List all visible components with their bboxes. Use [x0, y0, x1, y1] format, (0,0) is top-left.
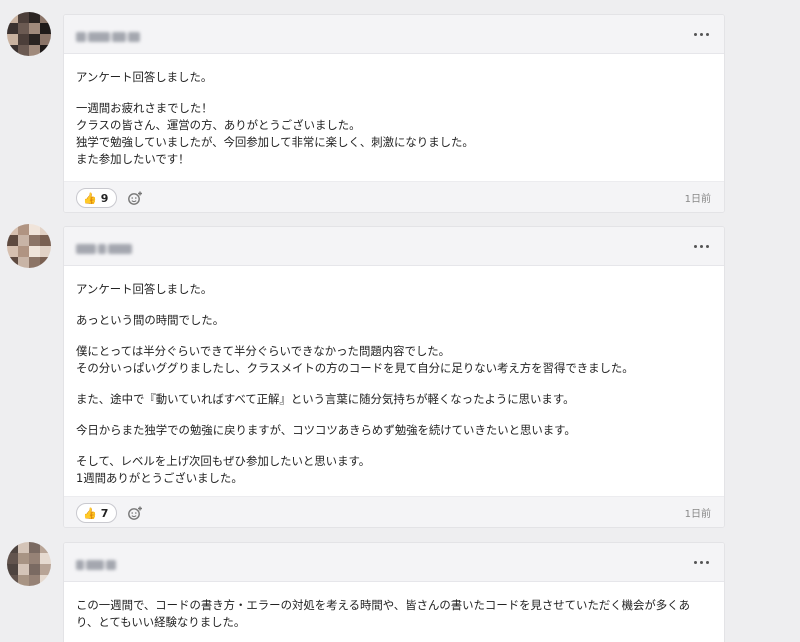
avatar-pixel [7, 45, 18, 56]
reaction-thumbs-up-button[interactable]: 👍 9 [76, 188, 118, 208]
avatar-pixel [29, 34, 40, 45]
avatar-pixel [18, 564, 29, 575]
avatar-pixel [18, 34, 29, 45]
avatar-pixel [29, 257, 40, 268]
avatar-pixel [18, 246, 29, 257]
avatar-pixel [7, 246, 18, 257]
post-header [64, 15, 724, 54]
post-paragraph: 僕にとっては半分ぐらいできて半分ぐらいできなかった問題内容でした。 その分いっぱ… [76, 344, 634, 375]
reaction-thumbs-up-button[interactable]: 👍 7 [76, 503, 118, 523]
post-paragraph: アンケート回答しました。 [76, 70, 213, 84]
post-header [64, 227, 724, 266]
avatar-pixel [7, 553, 18, 564]
avatar-pixel [40, 553, 51, 564]
avatar-pixel [29, 23, 40, 34]
avatar-pixel [7, 575, 18, 586]
more-horizontal-icon[interactable] [694, 239, 710, 253]
username-blurred[interactable] [76, 27, 142, 42]
post-paragraph: この一週間で、コードの書き方・エラーの対処を考える時間や、皆さんの書いたコードを… [76, 598, 690, 629]
avatar-pixel [40, 542, 51, 553]
avatar-pixel [18, 23, 29, 34]
avatar-pixel [29, 12, 40, 23]
post-body: アンケート回答しました。 一週間お疲れさまでした！ クラスの皆さん、運営の方、あ… [64, 54, 724, 180]
post-card: この一週間で、コードの書き方・エラーの対処を考える時間や、皆さんの書いたコードを… [63, 542, 725, 642]
avatar-pixel [18, 542, 29, 553]
avatar-pixel [7, 34, 18, 45]
avatar-pixel [29, 235, 40, 246]
avatar-pixel [18, 553, 29, 564]
thumbs-up-icon: 👍 [83, 191, 97, 205]
post-paragraph: 今日からまた独学での勉強に戻りますが、コツコツあきらめず勉強を続けていきたいと思… [76, 423, 576, 437]
post-timestamp: 1日前 [684, 194, 711, 205]
post-header [64, 543, 724, 582]
avatar-pixel [40, 246, 51, 257]
avatar-pixel [18, 45, 29, 56]
avatar-pixel [40, 235, 51, 246]
avatar-pixel [18, 235, 29, 246]
avatar-pixel [29, 564, 40, 575]
avatar-pixel [29, 246, 40, 257]
post-paragraph: また、途中で『動いていればすべて正解』という言葉に随分気持ちが軽くなったように思… [76, 392, 575, 406]
username-blurred[interactable] [76, 239, 134, 254]
more-horizontal-icon[interactable] [694, 27, 710, 41]
thumbs-up-icon: 👍 [83, 506, 97, 520]
avatar-pixel [40, 257, 51, 268]
post-body: アンケート回答しました。 あっという間の時間でした。 僕にとっては半分ぐらいでき… [64, 266, 724, 499]
post-footer: 👍 7 1日前 [64, 496, 724, 527]
avatar[interactable] [7, 542, 51, 586]
add-reaction-icon[interactable] [127, 190, 143, 206]
post-card: アンケート回答しました。 一週間お疲れさまでした！ クラスの皆さん、運営の方、あ… [63, 14, 725, 213]
avatar[interactable] [7, 224, 51, 268]
avatar-pixel [29, 575, 40, 586]
post-card: アンケート回答しました。 あっという間の時間でした。 僕にとっては半分ぐらいでき… [63, 226, 725, 528]
avatar-pixel [29, 542, 40, 553]
avatar-pixel [7, 235, 18, 246]
avatar-pixel [7, 257, 18, 268]
avatar-pixel [40, 34, 51, 45]
more-horizontal-icon[interactable] [694, 555, 710, 569]
add-reaction-icon[interactable] [127, 505, 143, 521]
post-paragraph: 一週間お疲れさまでした！ クラスの皆さん、運営の方、ありがとうございました。 独… [76, 101, 474, 166]
reaction-count: 7 [100, 506, 109, 520]
avatar-pixel [18, 575, 29, 586]
avatar-pixel [40, 23, 51, 34]
avatar-pixel [29, 224, 40, 235]
avatar[interactable] [7, 12, 51, 56]
username-blurred[interactable] [76, 555, 118, 570]
avatar-pixel [7, 542, 18, 553]
post-paragraph: あっという間の時間でした。 [76, 313, 225, 327]
avatar-pixel [7, 12, 18, 23]
post-paragraph: そして、レベルを上げ次回もぜひ参加したいと思います。 1週間ありがとうございまし… [76, 454, 371, 485]
avatar-pixel [40, 45, 51, 56]
avatar-pixel [18, 257, 29, 268]
avatar-pixel [29, 45, 40, 56]
avatar-pixel [40, 575, 51, 586]
reaction-count: 9 [100, 191, 109, 205]
avatar-pixel [7, 23, 18, 34]
post-paragraph: アンケート回答しました。 [76, 282, 213, 296]
avatar-pixel [7, 564, 18, 575]
post-footer: 👍 9 1日前 [64, 181, 724, 212]
avatar-pixel [18, 224, 29, 235]
avatar-pixel [40, 564, 51, 575]
post-body: この一週間で、コードの書き方・エラーの対処を考える時間や、皆さんの書いたコードを… [64, 582, 724, 642]
avatar-pixel [18, 12, 29, 23]
avatar-pixel [29, 553, 40, 564]
avatar-pixel [40, 12, 51, 23]
avatar-pixel [7, 224, 18, 235]
avatar-pixel [40, 224, 51, 235]
post-timestamp: 1日前 [684, 509, 711, 520]
